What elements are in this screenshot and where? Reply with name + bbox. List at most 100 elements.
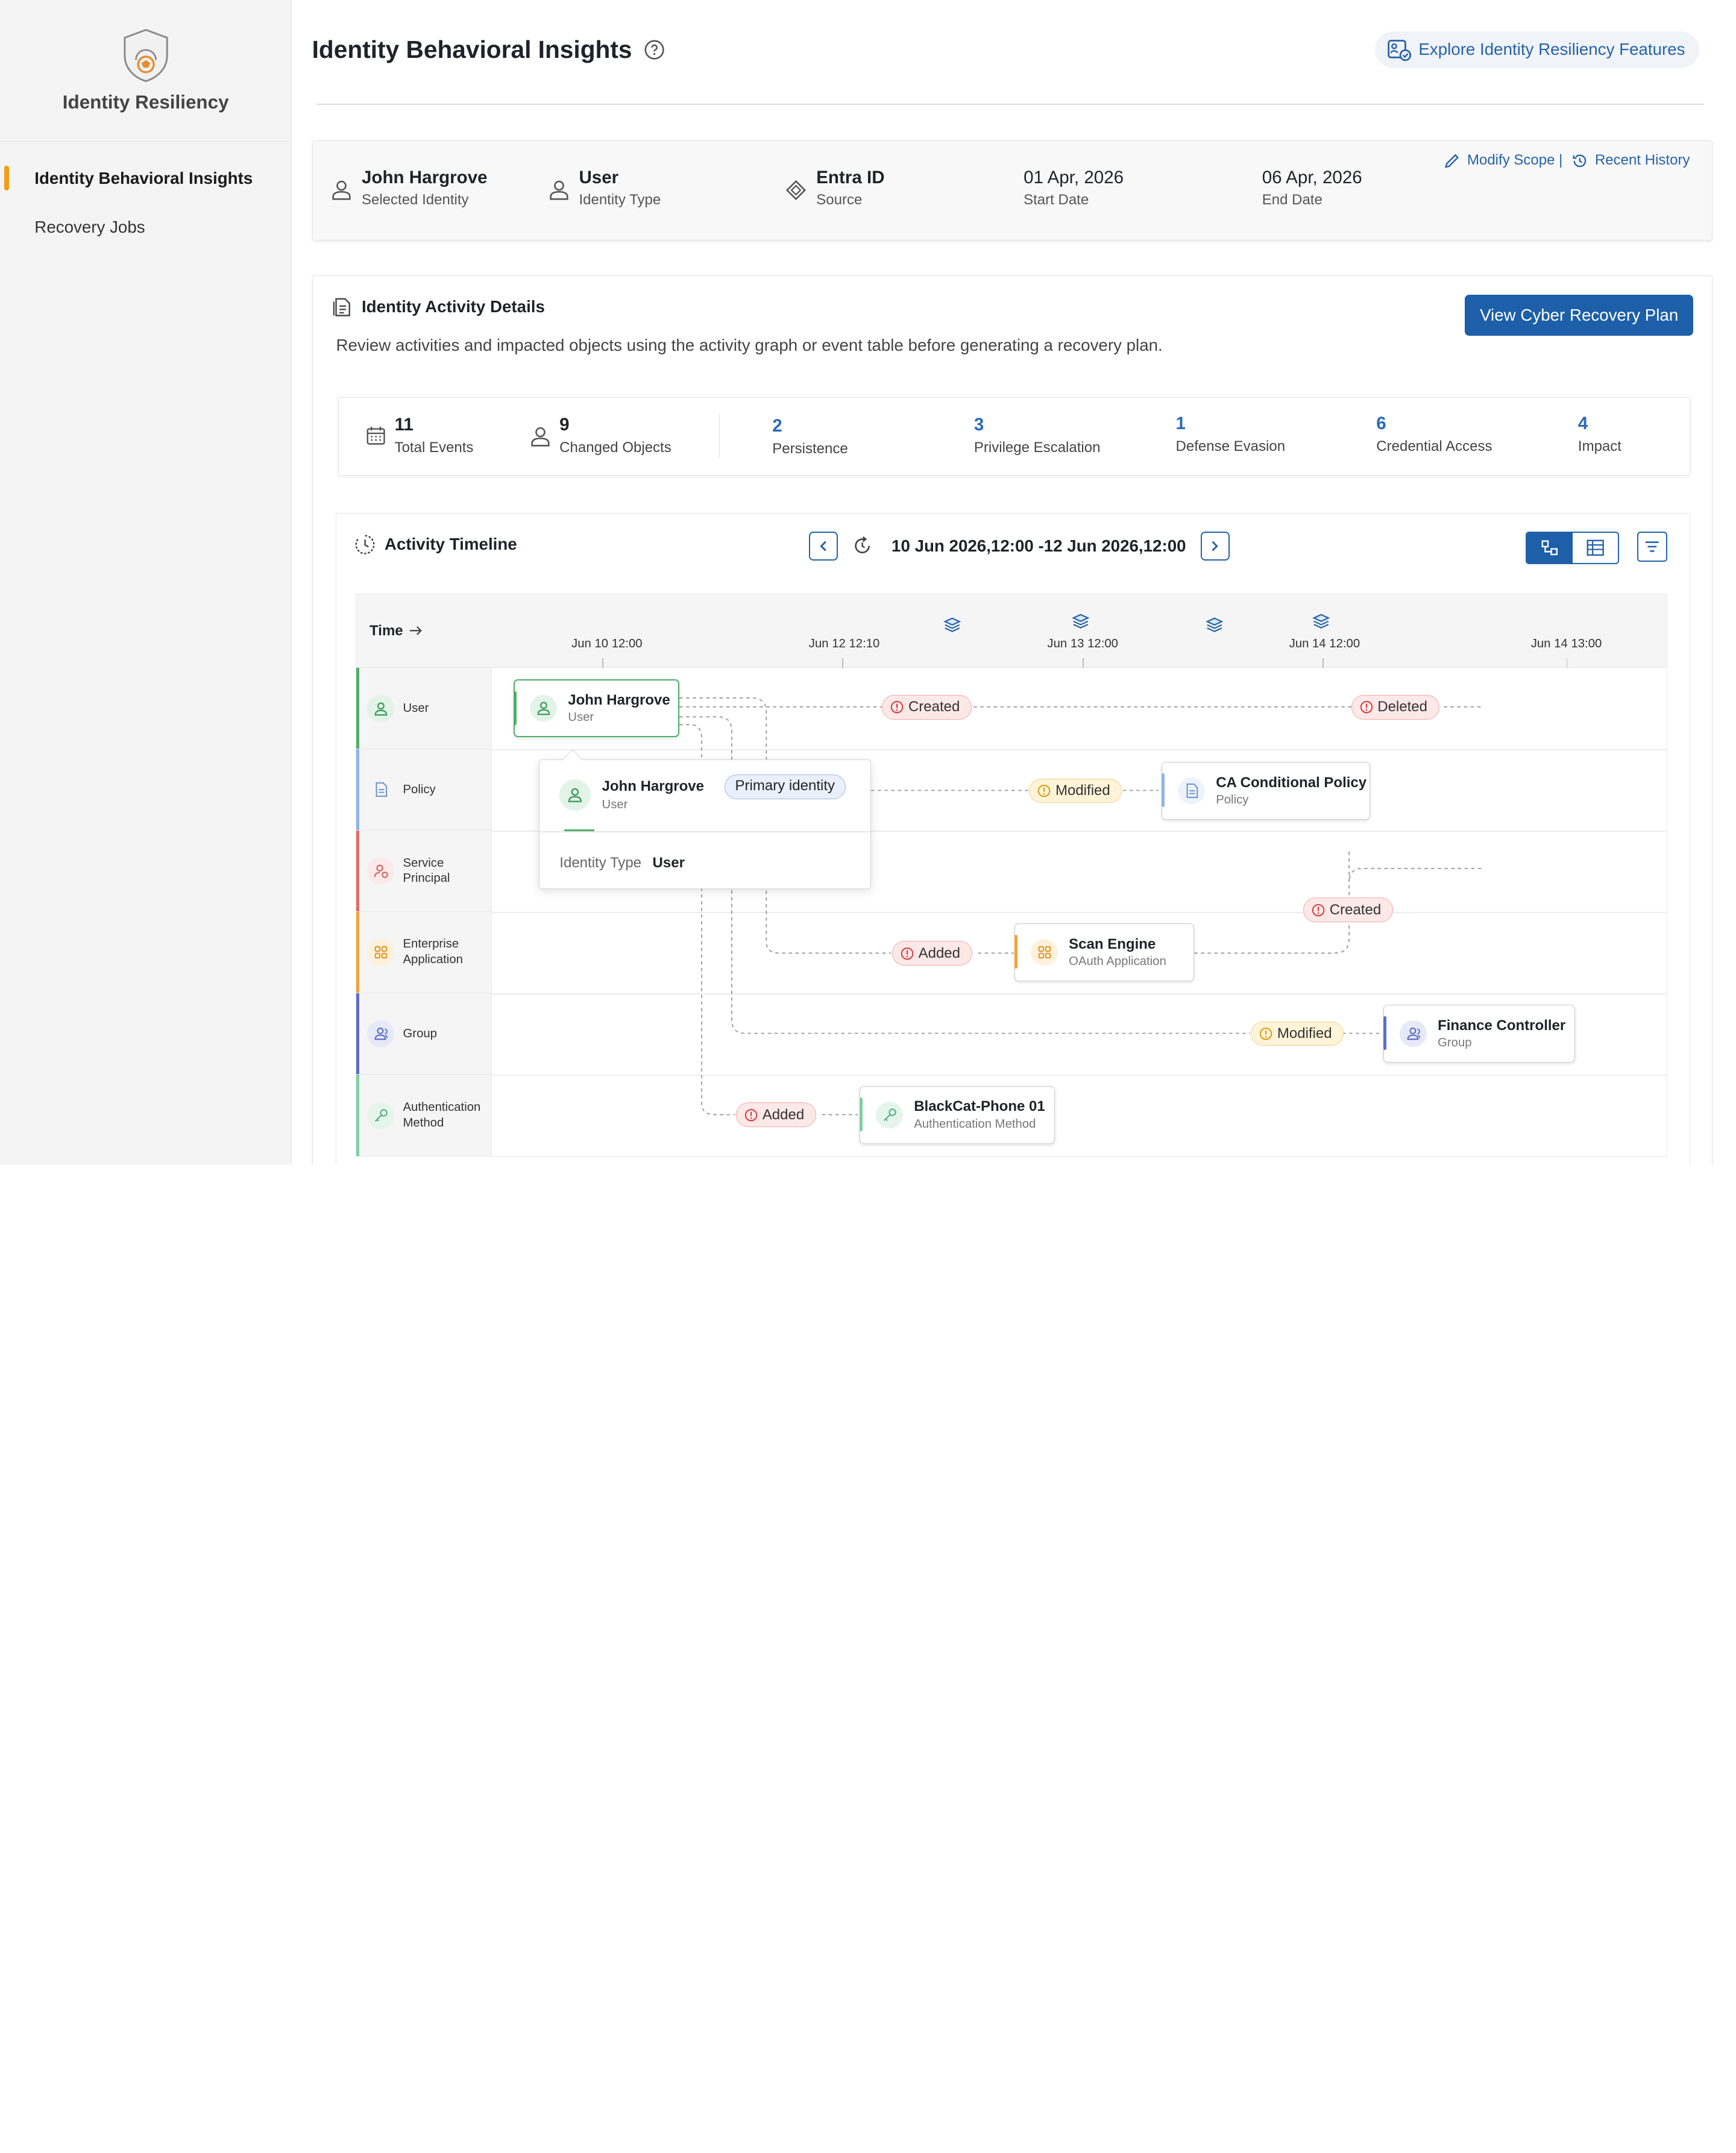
event-badge-created[interactable]: Created xyxy=(882,694,972,720)
stat-impact[interactable]: 4 Impact xyxy=(1578,413,1621,455)
scope-selected-identity: John Hargrove Selected Identity xyxy=(330,168,488,209)
explore-features-label: Explore Identity Resiliency Features xyxy=(1418,40,1685,59)
node-title: CA Conditional Policy xyxy=(1216,774,1367,791)
node-scan-engine[interactable]: Scan Engine OAuth Application xyxy=(1014,923,1195,981)
activity-title: Identity Activity Details xyxy=(361,297,545,316)
badge-label: Modified xyxy=(1055,782,1110,799)
timeline-graph: Time Jun 10 12:00 Jun 12 12:10 Jun 13 12… xyxy=(355,594,1667,1157)
stat-defense-evasion[interactable]: 1 Defense Evasion xyxy=(1176,413,1286,455)
explore-features-button[interactable]: Explore Identity Resiliency Features xyxy=(1375,31,1700,68)
event-badge-added-auth[interactable]: Added xyxy=(736,1102,816,1128)
main-content: Identity Behavioral Insights Explore Ide… xyxy=(292,0,1736,1165)
badge-label: Added xyxy=(918,944,961,961)
popup-subtitle: User xyxy=(602,798,628,812)
end-date-label: End Date xyxy=(1262,191,1322,208)
warning-icon xyxy=(1038,784,1051,797)
stat-privilege-escalation[interactable]: 3 Privilege Escalation xyxy=(974,415,1101,456)
scope-source: Entra ID Source xyxy=(785,168,885,209)
stat-persistence[interactable]: 2 Persistence xyxy=(772,416,848,457)
stat-count: 9 xyxy=(559,414,570,435)
node-ca-conditional-policy[interactable]: CA Conditional Policy Policy xyxy=(1161,761,1371,820)
stat-total-events: 11 Total Events xyxy=(395,415,474,456)
node-title: BlackCat-Phone 01 xyxy=(914,1098,1045,1115)
user-icon xyxy=(559,779,591,811)
graph-view-button[interactable] xyxy=(1527,532,1573,563)
filter-button[interactable] xyxy=(1637,531,1667,562)
identity-type-value: User xyxy=(579,168,619,188)
badge-label: Deleted xyxy=(1377,699,1428,715)
identity-type-label: Identity Type xyxy=(579,191,661,208)
node-blackcat-phone[interactable]: BlackCat-Phone 01 Authentication Method xyxy=(859,1086,1055,1144)
timeline-next-button[interactable] xyxy=(1200,531,1230,561)
event-badge-modified-group[interactable]: Modified xyxy=(1251,1021,1344,1046)
key-icon xyxy=(876,1101,903,1128)
event-badge-added[interactable]: Added xyxy=(892,941,972,966)
activity-title-wrap: Identity Activity Details xyxy=(333,297,545,317)
popup-tab-underline xyxy=(564,829,594,832)
warning-icon xyxy=(1260,1027,1272,1040)
timeline-title: Activity Timeline xyxy=(384,535,517,554)
scope-links: Modify Scope | Recent History xyxy=(1444,152,1690,169)
graph-view-icon xyxy=(1541,540,1558,556)
app-grid-icon xyxy=(1031,938,1058,966)
logo-area: Identity Resiliency xyxy=(0,0,292,142)
user-icon xyxy=(531,427,550,447)
stat-label: Changed Objects xyxy=(559,439,671,456)
recent-history-label: Recent History xyxy=(1594,152,1690,169)
selected-identity-label: Selected Identity xyxy=(361,191,469,208)
timeline-refresh-button[interactable] xyxy=(848,536,877,556)
event-badge-modified[interactable]: Modified xyxy=(1029,778,1122,803)
page-title-wrap: Identity Behavioral Insights xyxy=(312,36,665,64)
node-subtitle: Authentication Method xyxy=(914,1117,1036,1131)
header-divider xyxy=(316,103,1704,105)
popup-header: John Hargrove User xyxy=(559,778,704,812)
refresh-icon xyxy=(855,536,870,554)
recent-history-link[interactable]: Recent History xyxy=(1571,152,1690,169)
alert-icon xyxy=(1360,700,1373,714)
node-finance-controller[interactable]: Finance Controller Group xyxy=(1383,1004,1576,1063)
node-subtitle: Policy xyxy=(1216,793,1249,807)
primary-identity-badge: Primary identity xyxy=(724,775,846,799)
node-title: John Hargrove xyxy=(568,691,670,708)
start-date-value: 01 Apr, 2026 xyxy=(1024,168,1124,188)
filter-lines-icon xyxy=(1645,541,1659,552)
help-icon[interactable] xyxy=(644,40,664,60)
document-icon xyxy=(1178,777,1205,805)
modify-scope-link[interactable]: Modify Scope | xyxy=(1444,152,1562,169)
clock-icon xyxy=(355,535,375,555)
history-icon xyxy=(1573,154,1587,167)
stat-count: 1 xyxy=(1175,413,1186,433)
event-badge-deleted[interactable]: Deleted xyxy=(1351,694,1439,720)
stat-credential-access[interactable]: 6 Credential Access xyxy=(1376,413,1492,455)
stat-count: 11 xyxy=(394,414,414,435)
popup-title: John Hargrove xyxy=(602,778,705,794)
pencil-icon xyxy=(1445,154,1459,168)
stat-count: 3 xyxy=(973,414,984,435)
user-icon xyxy=(550,180,568,200)
timeline-nav: 10 Jun 2026,12:00 -12 Jun 2026,12:00 xyxy=(809,531,1230,561)
stat-label: Total Events xyxy=(394,439,474,456)
table-view-button[interactable] xyxy=(1573,533,1618,563)
alert-icon xyxy=(745,1108,758,1122)
source-value: Entra ID xyxy=(816,168,885,188)
popup-identity-type: Identity Type User xyxy=(559,855,685,872)
node-subtitle: User xyxy=(568,711,594,724)
user-icon xyxy=(332,180,351,200)
chevron-right-icon xyxy=(1212,541,1219,552)
timeline-range: 10 Jun 2026,12:00 -12 Jun 2026,12:00 xyxy=(892,536,1186,555)
node-john-hargrove[interactable]: John Hargrove User xyxy=(513,679,679,738)
shield-logo-icon xyxy=(124,29,168,83)
event-badge-created-sp[interactable]: Created xyxy=(1303,897,1393,922)
view-cyber-recovery-plan-button[interactable]: View Cyber Recovery Plan xyxy=(1465,295,1694,336)
stat-label: Persistence xyxy=(772,441,848,457)
sidebar-item-identity-behavioral-insights[interactable]: Identity Behavioral Insights xyxy=(0,159,291,199)
stat-label: Impact xyxy=(1577,438,1621,455)
sidebar-item-recovery-jobs[interactable]: Recovery Jobs xyxy=(0,207,291,248)
stat-label: Credential Access xyxy=(1376,438,1492,455)
timeline-prev-button[interactable] xyxy=(809,531,838,561)
alert-icon xyxy=(1312,904,1325,916)
start-date-label: Start Date xyxy=(1024,191,1089,208)
stat-count: 6 xyxy=(1376,413,1386,433)
badge-label: Modified xyxy=(1277,1025,1332,1042)
sidebar: Identity Resiliency Identity Behavioral … xyxy=(0,0,292,1165)
